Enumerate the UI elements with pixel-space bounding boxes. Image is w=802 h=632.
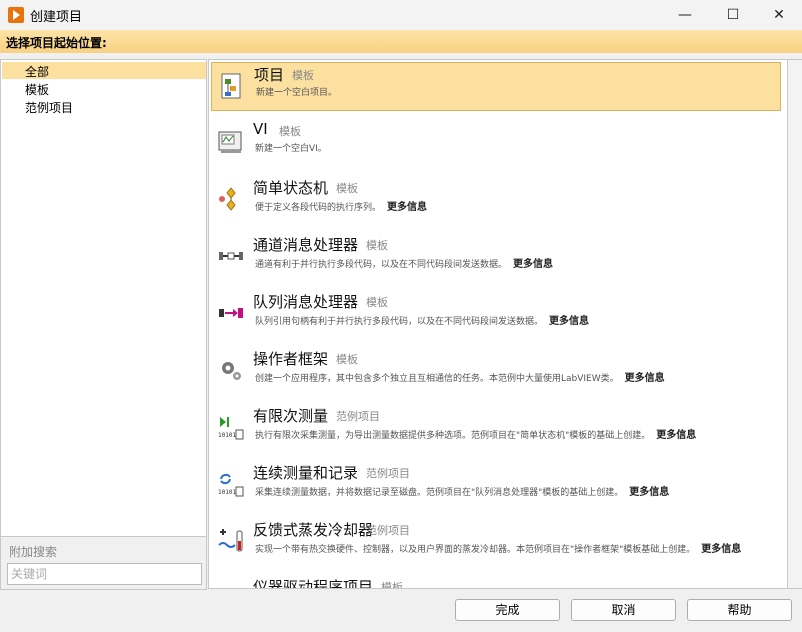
item-kind: 模板	[381, 581, 403, 589]
gear-icon	[222, 362, 241, 380]
minimize-button[interactable]: —	[662, 0, 708, 30]
item-title: 反馈式蒸发冷却器	[253, 521, 374, 539]
category-list: 全部 模板 范例项目	[0, 59, 207, 589]
more-info-link[interactable]: 更多信息	[625, 373, 665, 384]
more-info-link[interactable]: 更多信息	[513, 259, 553, 270]
close-button[interactable]: ✕	[756, 0, 802, 30]
more-info-link[interactable]: 更多信息	[629, 487, 669, 498]
more-info-link[interactable]: 更多信息	[701, 544, 741, 555]
category-label: 范例项目	[25, 101, 74, 115]
queue-icon	[219, 308, 243, 318]
item-description: 队列引用句柄有利于并行执行多段代码，以及在不同代码段间发送数据。 更多信息	[255, 316, 590, 327]
project-icon	[221, 73, 241, 99]
list-item-evaporative-cooler[interactable]: 反馈式蒸发冷却器 范例项目 实现一个带有热交换硬件、控制器，以及用户界面的蒸发冷…	[211, 518, 781, 567]
item-kind: 范例项目	[366, 524, 410, 537]
list-item-continuous-measurement-logging[interactable]: 10101 连续测量和记录 范例项目 采集连续测量数据，并将数据记录至磁盘。范例…	[211, 461, 781, 510]
item-title: 项目	[254, 66, 285, 84]
project-template-list: 项目 模板 新建一个空白项目。 VI 模板 新建一个空白VI。 简单状态机 模板…	[208, 59, 788, 589]
item-title: 有限次测量	[253, 407, 329, 425]
item-description: 新建一个空白项目。	[256, 88, 338, 98]
more-info-link[interactable]: 更多信息	[387, 202, 427, 213]
continuous-log-icon: 10101	[218, 473, 244, 497]
svg-text:10101: 10101	[218, 489, 236, 496]
item-title: VI	[253, 120, 268, 138]
category-label: 全部	[25, 65, 50, 79]
item-kind: 模板	[279, 125, 301, 138]
item-title: 简单状态机	[253, 179, 329, 197]
item-title: 连续测量和记录	[253, 464, 359, 482]
more-info-link[interactable]: 更多信息	[549, 316, 589, 327]
more-info-link[interactable]: 更多信息	[656, 430, 696, 441]
item-description: 便于定义各段代码的执行序列。 更多信息	[255, 202, 428, 213]
category-item-all[interactable]: 全部	[2, 62, 206, 79]
finish-button[interactable]: 完成	[455, 599, 560, 621]
item-description: 执行有限次采集测量，为导出测量数据提供多种选项。范例项目在"简单状态机"模板的基…	[255, 430, 697, 441]
instruction-bar: 选择项目起始位置:	[0, 30, 802, 53]
channel-icon	[219, 252, 243, 260]
item-description: 通道有利于并行执行多段代码，以及在不同代码段间发送数据。 更多信息	[255, 259, 554, 270]
help-button[interactable]: 帮助	[687, 599, 792, 621]
list-item-channel-message-handler[interactable]: 通道消息处理器 模板 通道有利于并行执行多段代码，以及在不同代码段间发送数据。更…	[211, 233, 781, 282]
list-item-vi[interactable]: VI 模板 新建一个空白VI。	[211, 119, 781, 168]
window-title: 创建项目	[30, 10, 83, 25]
labview-app-icon	[8, 7, 24, 23]
finite-measure-icon: 10101	[218, 417, 244, 440]
item-kind: 模板	[336, 182, 358, 195]
additional-search: 附加搜索	[0, 536, 207, 590]
cooler-icon	[218, 529, 243, 552]
list-item-instrument-driver-project[interactable]: 仪器驱动程序项目 模板	[211, 575, 781, 589]
list-item-queued-message-handler[interactable]: 队列消息处理器 模板 队列引用句柄有利于并行执行多段代码，以及在不同代码段间发送…	[211, 290, 781, 339]
item-description: 采集连续测量数据，并将数据记录至磁盘。范例项目在"队列消息处理器"模板的基础上创…	[255, 487, 670, 498]
vi-icon	[218, 131, 242, 153]
item-kind: 范例项目	[336, 410, 380, 423]
item-description: 实现一个带有热交换硬件、控制器，以及用户界面的蒸发冷却器。本范例项目在"操作者框…	[255, 544, 742, 555]
cancel-button[interactable]: 取消	[571, 599, 676, 621]
category-label: 模板	[25, 83, 50, 97]
item-title: 队列消息处理器	[253, 293, 359, 311]
item-title: 仪器驱动程序项目	[253, 578, 374, 589]
list-item-actor-framework[interactable]: 操作者框架 模板 创建一个应用程序，其中包含多个独立且互相通信的任务。本范例中大…	[211, 347, 781, 396]
list-item-finite-measurement[interactable]: 10101 有限次测量 范例项目 执行有限次采集测量，为导出测量数据提供多种选项…	[211, 404, 781, 453]
item-kind: 范例项目	[366, 467, 410, 480]
state-machine-icon	[219, 187, 236, 211]
item-kind: 模板	[366, 239, 388, 252]
instruction-text: 选择项目起始位置:	[6, 36, 107, 50]
svg-text:10101: 10101	[218, 432, 236, 439]
item-kind: 模板	[292, 69, 314, 82]
maximize-button[interactable]: ☐	[710, 0, 756, 30]
search-label: 附加搜索	[9, 545, 58, 559]
list-scrollbar[interactable]	[788, 59, 802, 589]
category-item-sample-projects[interactable]: 范例项目	[2, 98, 206, 115]
search-input[interactable]	[7, 563, 202, 585]
item-kind: 模板	[366, 296, 388, 309]
list-item-simple-state-machine[interactable]: 简单状态机 模板 便于定义各段代码的执行序列。 更多信息	[211, 176, 781, 225]
item-kind: 模板	[336, 353, 358, 366]
item-title: 操作者框架	[253, 350, 329, 368]
item-title: 通道消息处理器	[253, 236, 359, 254]
title-bar: 创建项目 — ☐ ✕	[0, 0, 802, 30]
item-description: 新建一个空白VI。	[255, 144, 327, 154]
list-item-project[interactable]: 项目 模板 新建一个空白项目。	[211, 62, 781, 111]
item-description: 创建一个应用程序，其中包含多个独立且互相通信的任务。本范例中大量使用LabVIE…	[255, 373, 665, 384]
category-item-templates[interactable]: 模板	[2, 80, 206, 97]
instrument-icon	[217, 584, 245, 589]
